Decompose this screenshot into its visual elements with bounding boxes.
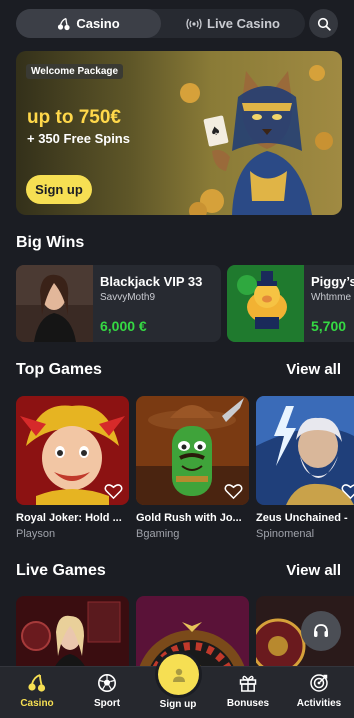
- search-button[interactable]: [309, 9, 338, 38]
- big-wins-heading: Big Wins: [16, 234, 85, 251]
- nav-casino-label: Casino: [20, 698, 54, 709]
- big-win-user: Whtmme: [311, 292, 351, 303]
- nav-signup-label: Sign up: [159, 699, 197, 710]
- pharaoh-cat-illustration: ♠: [180, 65, 333, 215]
- nav-casino[interactable]: Casino: [8, 673, 66, 709]
- nav-signup[interactable]: Sign up: [149, 699, 207, 710]
- game-provider: Spinomenal: [256, 528, 315, 540]
- welcome-promo-banner[interactable]: ♠ Welcome Package up to 750€ + 350 Free …: [16, 51, 342, 215]
- big-win-game: Piggy’s: [311, 274, 354, 289]
- tab-live-casino[interactable]: Live Casino: [161, 9, 305, 38]
- live-broadcast-icon: [186, 18, 202, 29]
- live-games-heading: Live Games: [16, 562, 106, 579]
- big-win-user: SavvyMoth9: [100, 292, 156, 303]
- game-provider: Playson: [16, 528, 56, 540]
- promo-free-spins: + 350 Free Spins: [27, 131, 130, 146]
- game-thumbnail: [136, 396, 249, 505]
- big-win-amount: 6,000 €: [100, 318, 147, 334]
- target-icon: [310, 674, 328, 692]
- favorite-heart-icon[interactable]: [224, 483, 243, 500]
- promo-signup-button[interactable]: Sign up: [26, 175, 92, 204]
- game-card[interactable]: Royal Joker: Hold ... Playson: [16, 396, 129, 540]
- user-icon: [172, 668, 185, 682]
- nav-sport[interactable]: Sport: [78, 673, 136, 709]
- game-card[interactable]: Zeus Unchained - Spinomenal: [256, 396, 354, 540]
- tab-live-casino-label: Live Casino: [207, 16, 280, 31]
- game-title: Zeus Unchained -: [256, 512, 348, 524]
- cherries-icon: [28, 674, 46, 692]
- piggy-game-thumbnail: [227, 265, 304, 342]
- gift-icon: [239, 675, 257, 692]
- top-games-heading: Top Games: [16, 361, 102, 378]
- game-title: Royal Joker: Hold ...: [16, 512, 122, 524]
- big-win-card[interactable]: Blackjack VIP 33 SavvyMoth9 6,000 €: [16, 265, 221, 342]
- nav-activities-label: Activities: [296, 698, 342, 709]
- tab-casino[interactable]: Casino: [16, 9, 161, 38]
- casino-mode-switch: Casino Live Casino: [16, 9, 305, 38]
- soccer-ball-icon: [98, 674, 116, 692]
- support-chat-button[interactable]: [301, 611, 341, 651]
- game-title: Gold Rush with Jo...: [136, 512, 242, 524]
- headset-icon: [314, 624, 328, 637]
- nav-activities[interactable]: Activities: [290, 673, 348, 709]
- nav-sport-label: Sport: [93, 698, 121, 709]
- game-thumbnail: [16, 396, 129, 505]
- nav-signup-button[interactable]: [158, 654, 199, 695]
- search-icon: [317, 17, 331, 31]
- nav-bonuses-label: Bonuses: [226, 698, 270, 709]
- favorite-heart-icon[interactable]: [341, 483, 354, 500]
- favorite-heart-icon[interactable]: [104, 483, 123, 500]
- big-win-card[interactable]: Piggy’s Whtmme 5,700: [227, 265, 354, 342]
- game-card[interactable]: Gold Rush with Jo... Bgaming: [136, 396, 249, 540]
- zeus-unchained-artwork: [256, 396, 354, 505]
- nav-bonuses[interactable]: Bonuses: [219, 673, 277, 709]
- top-games-view-all-link[interactable]: View all: [286, 361, 341, 378]
- cherries-icon: [58, 17, 70, 30]
- big-win-amount: 5,700: [311, 318, 347, 334]
- blackjack-dealer-thumbnail: [16, 265, 93, 342]
- promo-amount: up to 750€: [27, 107, 121, 128]
- top-bar: Casino Live Casino: [16, 9, 338, 38]
- game-thumbnail: [256, 396, 354, 505]
- big-win-game: Blackjack VIP 33: [100, 274, 203, 289]
- game-provider: Bgaming: [136, 528, 180, 540]
- live-games-view-all-link[interactable]: View all: [286, 562, 341, 579]
- tab-casino-label: Casino: [76, 16, 120, 31]
- promo-badge: Welcome Package: [26, 64, 124, 79]
